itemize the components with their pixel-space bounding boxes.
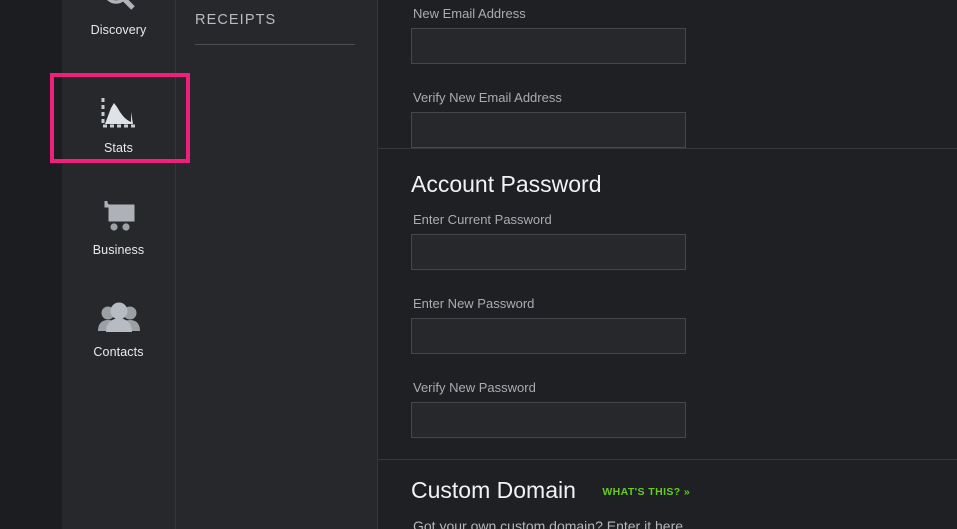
account-password-heading: Account Password [411, 171, 602, 197]
magnifier-icon [97, 0, 141, 16]
people-icon [96, 294, 142, 338]
left-rail [0, 0, 62, 529]
new-password-input[interactable] [411, 318, 686, 354]
sidebar-item-label: Contacts [93, 344, 144, 359]
verify-password-label: Verify New Password [413, 380, 536, 395]
shopping-cart-icon [97, 192, 141, 236]
icon-sidebar: Discovery Stats Business Contacts [62, 0, 176, 529]
current-password-input[interactable] [411, 234, 686, 270]
new-password-label: Enter New Password [413, 296, 535, 311]
sidebar-item-stats[interactable]: Stats [62, 72, 175, 172]
verify-email-input[interactable] [411, 112, 686, 148]
sidebar-item-contacts[interactable]: Contacts [62, 276, 175, 376]
password-section: Account Password Enter Current Password … [378, 149, 957, 438]
sidebar-item-label: Stats [104, 140, 133, 155]
sidebar-item-discovery[interactable]: Discovery [62, 0, 175, 54]
sidebar-item-business[interactable]: Business [62, 174, 175, 274]
sidebar-item-label: Discovery [90, 22, 147, 37]
settings-content: New Email Address Verify New Email Addre… [378, 0, 957, 529]
receipts-heading: RECEIPTS [195, 12, 277, 28]
sidebar-item-label: Business [92, 242, 145, 257]
receipts-divider [195, 44, 355, 45]
verify-email-label: Verify New Email Address [413, 90, 562, 105]
email-section: New Email Address Verify New Email Addre… [378, 0, 957, 148]
new-email-label: New Email Address [413, 6, 526, 21]
whats-this-link[interactable]: WHAT'S THIS? » [602, 486, 690, 498]
new-email-input[interactable] [411, 28, 686, 64]
verify-password-input[interactable] [411, 402, 686, 438]
chart-icon [97, 90, 141, 134]
custom-domain-heading: Custom Domain [411, 477, 576, 503]
receipts-panel: RECEIPTS [176, 0, 378, 529]
custom-domain-section: Custom Domain WHAT'S THIS? » Got your ow… [378, 460, 957, 529]
current-password-label: Enter Current Password [413, 212, 552, 227]
app-root: Discovery Stats Business Contacts RECEIP… [0, 0, 957, 529]
custom-domain-subtitle: Got your own custom domain? Enter it her… [413, 518, 687, 529]
